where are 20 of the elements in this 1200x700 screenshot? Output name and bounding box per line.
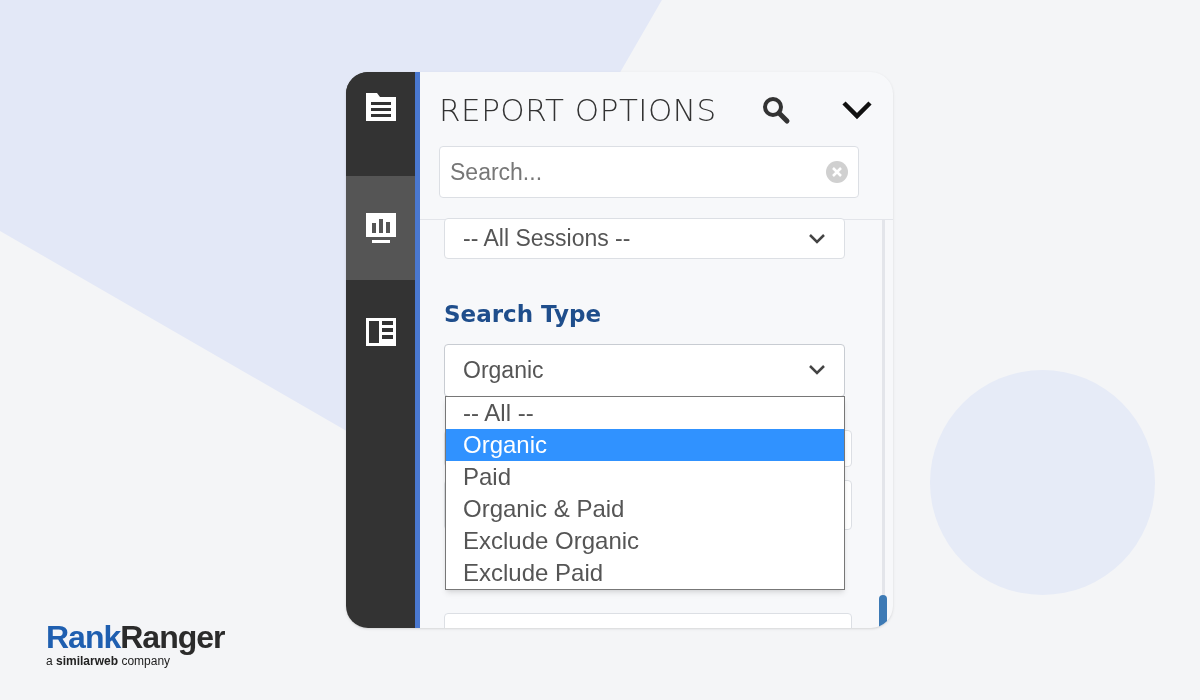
dropdown-option[interactable]: Exclude Organic [446, 525, 844, 557]
dropdown-option[interactable]: -- All -- [446, 397, 844, 429]
field-label: Search Type [444, 300, 603, 329]
search-type-select[interactable]: Organic [444, 343, 845, 397]
panel-title: REPORT OPTIONS [439, 90, 717, 130]
logo-tagline: a similarweb company [46, 654, 171, 668]
dropdown-option[interactable]: Paid [446, 461, 844, 493]
dropdown-option[interactable]: Exclude Paid [446, 557, 844, 589]
layout-icon [363, 315, 398, 349]
chevron-down-icon[interactable] [840, 99, 873, 121]
chevron-down-icon [808, 232, 826, 245]
document-icon [363, 90, 398, 124]
search-field[interactable]: Search... [439, 146, 859, 198]
sessions-select[interactable]: -- All Sessions -- [444, 218, 845, 259]
dropdown-option[interactable]: Organic & Paid [446, 493, 844, 525]
search-icon[interactable] [760, 95, 791, 125]
sidebar-item[interactable] [346, 176, 416, 280]
logo-wordmark: RankRanger [46, 620, 225, 654]
chevron-down-icon [808, 364, 826, 376]
bar-chart-icon [363, 211, 398, 245]
